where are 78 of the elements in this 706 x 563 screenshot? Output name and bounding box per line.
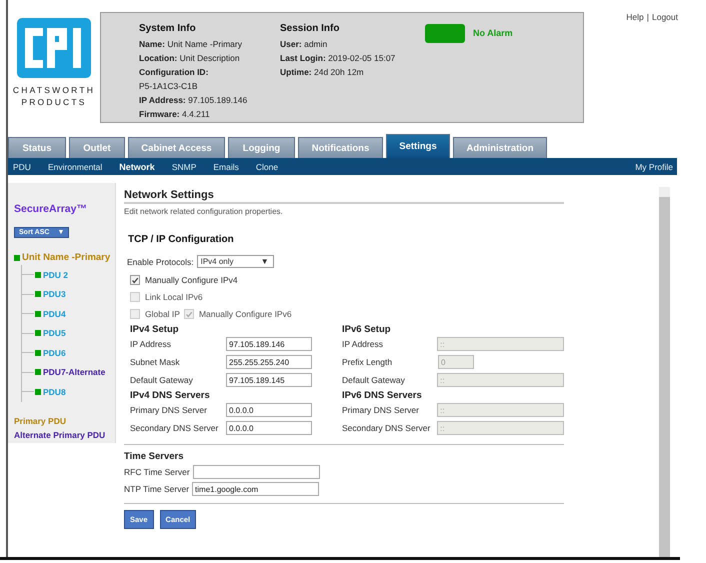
info-line: Uptime: 24d 20h 12m: [280, 66, 365, 79]
tree-item[interactable]: PDU7-Alternate: [43, 367, 106, 378]
input-field[interactable]: [192, 465, 320, 479]
sub-nav-link[interactable]: PDU: [13, 162, 31, 172]
legend-label: Alternate Primary PDU: [14, 430, 106, 440]
field-label: Prefix Length: [342, 357, 394, 367]
page-description: Edit network related configuration properties.: [124, 207, 284, 216]
field-label: Subnet Mask: [130, 357, 181, 367]
checkbox-label: Manually Configure IPv6: [198, 309, 292, 319]
separator: |: [646, 12, 649, 22]
info-line: IP Address: 97.105.189.146: [139, 94, 248, 107]
my-profile-link[interactable]: My Profile: [635, 162, 673, 172]
section-title: IPv6 DNS Servers: [342, 390, 423, 401]
checkbox-label: Link Local IPv6: [145, 292, 203, 302]
info-line: Last Login: 2019-02-05 15:07: [280, 52, 396, 65]
sub-nav-link[interactable]: Emails: [213, 162, 239, 172]
field-label: Secondary DNS Server: [342, 423, 432, 433]
section-title: TCP / IP Configuration: [128, 234, 235, 245]
info-line: P5-1A1C3-C1B: [139, 80, 199, 93]
input-field[interactable]: 255.255.255.240: [226, 355, 312, 369]
tree-item[interactable]: PDU3: [43, 289, 66, 300]
tree-item[interactable]: PDU4: [43, 308, 66, 319]
field-label: Default Gateway: [342, 375, 406, 385]
nav-tab[interactable]: Logging: [228, 137, 295, 158]
field-label: Primary DNS Server: [342, 405, 420, 415]
field-label: RFC Time Server: [124, 467, 190, 477]
section-title: Session Info: [280, 23, 340, 34]
input-field[interactable]: 0.0.0.0: [226, 403, 312, 417]
input-field[interactable]: 97.105.189.145: [226, 373, 312, 387]
brand-name: PRODUCTS: [21, 96, 87, 108]
legend-label: Primary PDU: [14, 416, 67, 426]
tree-item[interactable]: Unit Name -Primary: [22, 252, 110, 263]
checkbox-label: Manually Configure IPv4: [145, 275, 238, 285]
brand-name: CHATSWORTH: [12, 84, 96, 96]
section-title: Time Servers: [124, 451, 185, 462]
checkbox-label: Global IP: [145, 309, 180, 319]
info-line: User: admin: [280, 38, 328, 51]
tree-item[interactable]: PDU5: [43, 328, 66, 338]
sub-nav-link[interactable]: SNMP: [172, 162, 196, 172]
checkbox[interactable]: [130, 275, 140, 285]
input-field[interactable]: time1.google.com: [192, 482, 320, 496]
nav-tab[interactable]: Outlet: [69, 137, 125, 158]
nav-tab[interactable]: Notifications: [298, 137, 383, 158]
section-title: IPv4 Setup: [130, 324, 180, 335]
field-label: Secondary DNS Server: [130, 423, 220, 433]
field-label: Enable Protocols:: [127, 256, 194, 266]
info-line: Firmware: 4.4.211: [139, 108, 211, 121]
help-link[interactable]: Help: [626, 12, 644, 22]
tree-item[interactable]: PDU6: [43, 348, 66, 358]
nav-tab[interactable]: Settings: [386, 134, 450, 158]
sub-nav-link[interactable]: Environmental: [48, 162, 102, 172]
alarm-status: No Alarm: [473, 28, 513, 38]
info-line: Location: Unit Description: [139, 52, 241, 65]
tree-item[interactable]: PDU 2: [43, 270, 68, 280]
field-label: IP Address: [342, 339, 384, 349]
protocol-dropdown[interactable]: IPv4 only ▼: [196, 255, 274, 268]
tree-item[interactable]: PDU8: [43, 386, 66, 397]
sub-nav-link[interactable]: Clone: [256, 162, 278, 172]
page-title: Network Settings: [124, 189, 564, 204]
sub-nav-link[interactable]: Network: [119, 162, 155, 172]
section-title: System Info: [139, 23, 197, 34]
field-label: NTP Time Server: [124, 484, 190, 494]
field-label: IP Address: [130, 339, 172, 349]
sidebar-title: SecureArray™: [14, 203, 87, 215]
logout-link[interactable]: Logout: [652, 12, 678, 22]
nav-tab[interactable]: Cabinet Access: [128, 137, 225, 158]
scrollbar[interactable]: [659, 187, 670, 557]
nav-tab[interactable]: Administration: [453, 137, 547, 158]
section-title: IPv4 DNS Servers: [130, 390, 211, 401]
field-label: Default Gateway: [130, 375, 194, 385]
input-field[interactable]: 97.105.189.146: [226, 337, 312, 351]
section-title: IPv6 Setup: [342, 324, 392, 335]
logo-icon: [17, 18, 91, 78]
field-label: Primary DNS Server: [130, 405, 208, 415]
nav-tab[interactable]: Status: [8, 137, 66, 158]
info-line: Configuration ID:: [139, 66, 210, 79]
info-line: Name: Unit Name -Primary: [139, 38, 243, 51]
input-field[interactable]: 0.0.0.0: [226, 421, 312, 435]
